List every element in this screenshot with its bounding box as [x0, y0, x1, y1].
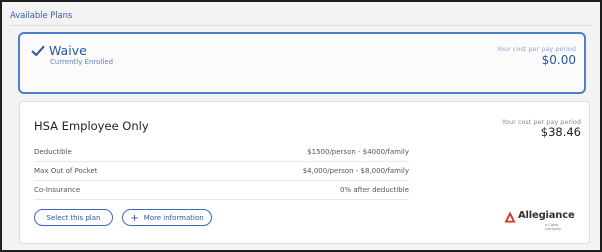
waive-plan-card[interactable]: Waive Currently Enrolled Your cost per p…: [18, 32, 586, 94]
more-information-label: More information: [143, 214, 204, 222]
detail-value: $1500/person - $4000/family: [307, 148, 409, 156]
section-divider: [10, 25, 592, 26]
waive-cost-label: Your cost per pay period: [496, 45, 576, 53]
select-plan-button[interactable]: Select this plan: [34, 209, 113, 226]
detail-label: Co-Insurance: [34, 186, 81, 194]
logo-tagline: a Cigna company: [545, 223, 562, 231]
enrollment-status: Currently Enrolled: [50, 58, 114, 66]
waive-plan-name: Waive: [49, 43, 87, 58]
more-information-button[interactable]: + More information: [122, 209, 212, 226]
detail-label: Deductible: [34, 148, 72, 156]
detail-value: 0% after deductible: [340, 186, 409, 194]
allegiance-logo-icon: [504, 211, 516, 223]
detail-value: $4,000/person - $8,000/family: [302, 167, 409, 175]
detail-row-max-out-of-pocket: Max Out of Pocket $4,000/person - $8,000…: [34, 162, 409, 181]
available-plans-panel: Available Plans Waive Currently Enrolled…: [0, 0, 602, 252]
logo-wordmark: Allegiance: [518, 210, 575, 221]
hsa-plan-name: HSA Employee Only: [34, 119, 149, 133]
allegiance-logo: Allegiance a Cigna company: [504, 210, 575, 233]
detail-label: Max Out of Pocket: [34, 167, 98, 175]
section-title: Available Plans: [10, 11, 73, 21]
plus-icon: +: [130, 213, 139, 224]
detail-row-deductible: Deductible $1500/person - $4000/family: [34, 143, 409, 162]
checkmark-icon: [31, 45, 45, 56]
waive-cost-value: $0.00: [541, 53, 576, 67]
hsa-cost-value: $38.46: [540, 125, 581, 139]
hsa-plan-card: HSA Employee Only Your cost per pay peri…: [19, 101, 590, 244]
detail-row-co-insurance: Co-Insurance 0% after deductible: [34, 181, 409, 200]
